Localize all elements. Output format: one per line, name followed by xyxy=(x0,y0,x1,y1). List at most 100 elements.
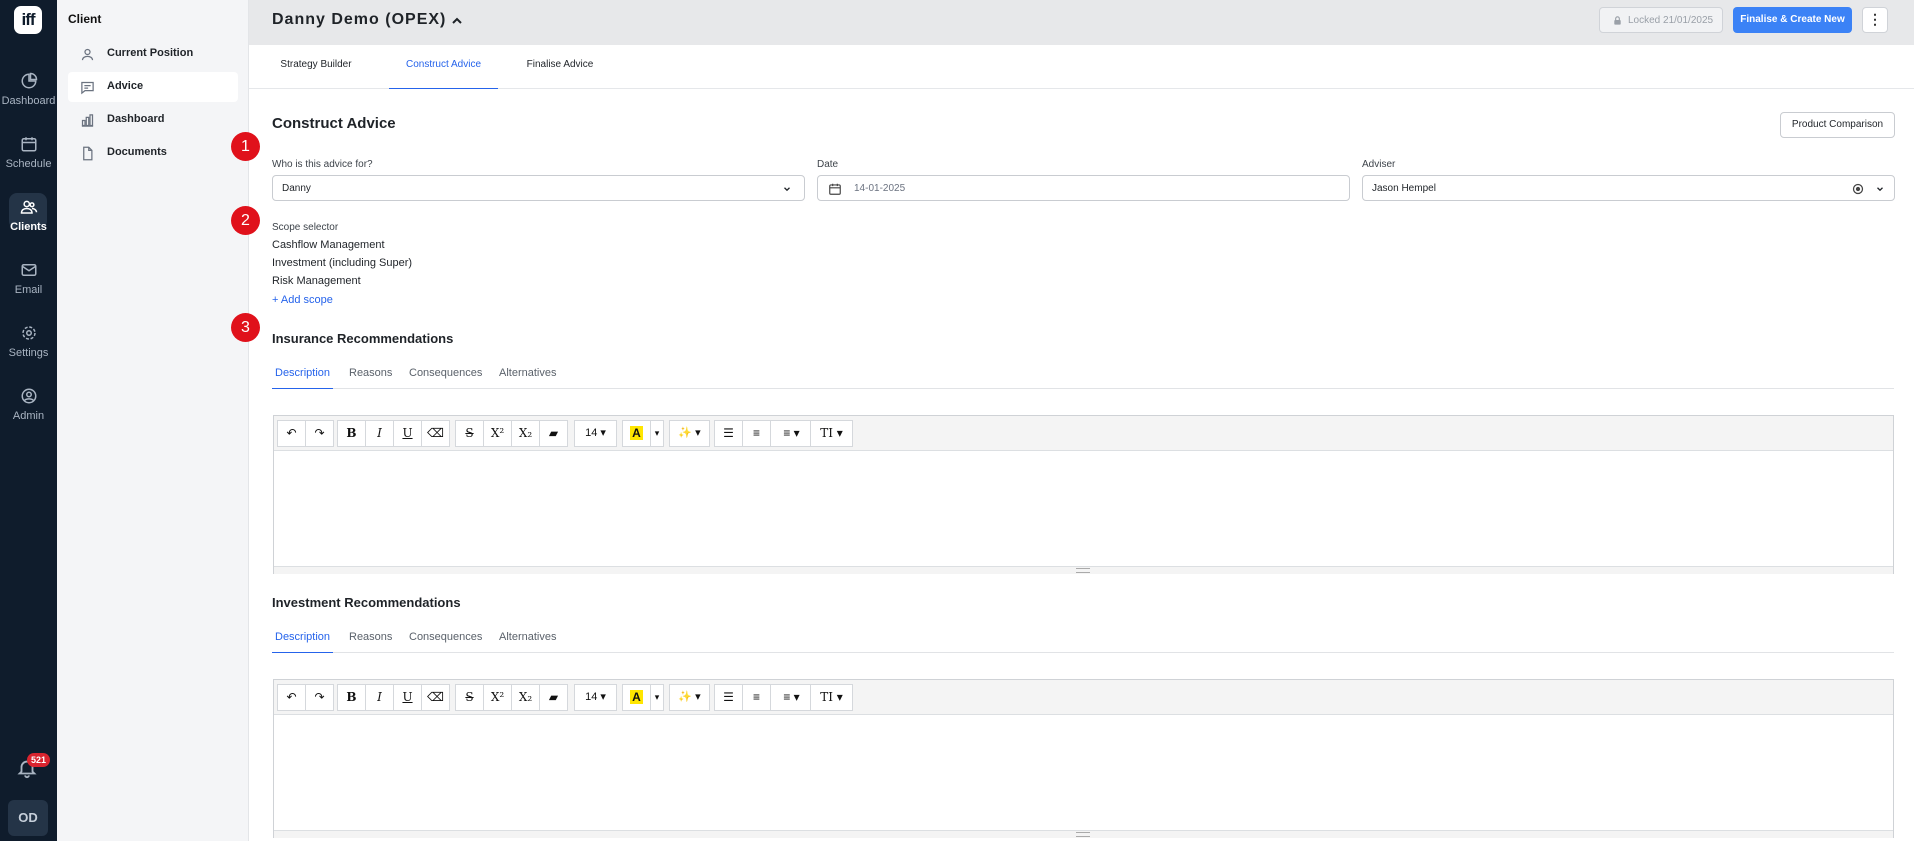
highlight-color-dropdown[interactable]: ▾ xyxy=(650,684,664,711)
numbered-list-button[interactable]: ≡ xyxy=(742,684,771,711)
sidebar-item-label: Advice xyxy=(107,80,144,92)
tab-construct-advice[interactable]: Construct Advice xyxy=(389,45,498,89)
who-label: Who is this advice for? xyxy=(272,159,373,170)
step-badge: 2 xyxy=(231,206,260,235)
magic-format-button[interactable]: ✨ ▾ xyxy=(669,684,710,711)
tab-strategy-builder[interactable]: Strategy Builder xyxy=(272,45,360,89)
eraser-button[interactable]: ▰ xyxy=(539,684,568,711)
adviser-label: Adviser xyxy=(1362,159,1396,170)
locked-button[interactable]: Locked 21/01/2025 xyxy=(1599,7,1723,33)
add-scope-link[interactable]: + Add scope xyxy=(272,294,333,306)
investment-sub-tabs: Description Reasons Consequences Alterna… xyxy=(272,631,1894,653)
tab-consequences[interactable]: Consequences xyxy=(409,631,482,653)
adviser-select[interactable]: Jason Hempel xyxy=(1362,175,1895,201)
finalise-create-new-button[interactable]: Finalise & Create New xyxy=(1733,7,1852,33)
font-size-select[interactable]: 14 ▾ xyxy=(574,684,617,711)
undo-button[interactable]: ↶ xyxy=(277,420,306,447)
font-size-select[interactable]: 14 ▾ xyxy=(574,420,617,447)
superscript-button[interactable]: X² xyxy=(483,420,512,447)
product-comparison-button[interactable]: Product Comparison xyxy=(1780,112,1895,138)
calendar-icon xyxy=(21,137,36,152)
who-value: Danny xyxy=(282,183,311,194)
highlight-color-button[interactable]: A xyxy=(622,684,651,711)
rail-item-settings[interactable]: Settings xyxy=(0,316,57,372)
rail-item-label: Settings xyxy=(8,347,49,359)
bar-chart-icon xyxy=(81,114,94,127)
sidebar-title: Client xyxy=(68,12,102,26)
document-icon xyxy=(83,146,93,161)
bullet-list-button[interactable]: ☰ xyxy=(714,684,743,711)
rail-item-admin[interactable]: Admin xyxy=(0,379,57,435)
tab-reasons[interactable]: Reasons xyxy=(349,367,392,389)
editor-resize-handle[interactable] xyxy=(274,566,1893,574)
redo-button[interactable]: ↷ xyxy=(305,420,334,447)
scope-item[interactable]: Risk Management xyxy=(272,275,361,287)
text-style-button[interactable]: TI ▾ xyxy=(810,420,853,447)
rail-item-schedule[interactable]: Schedule xyxy=(0,127,57,183)
underline-button[interactable]: U xyxy=(393,420,422,447)
chat-icon xyxy=(81,81,94,95)
tab-consequences[interactable]: Consequences xyxy=(409,367,482,389)
italic-button[interactable]: I xyxy=(365,420,394,447)
align-button[interactable]: ≡ ▾ xyxy=(770,420,813,447)
clear-format-button[interactable]: ⌫ xyxy=(421,420,450,447)
date-value: 14-01-2025 xyxy=(854,183,906,194)
strikethrough-button[interactable]: S xyxy=(455,684,484,711)
tab-alternatives[interactable]: Alternatives xyxy=(499,631,556,653)
sidebar-item-dashboard[interactable]: Dashboard xyxy=(68,105,238,135)
bullet-list-button[interactable]: ☰ xyxy=(714,420,743,447)
rail-item-dashboard[interactable]: Dashboard xyxy=(0,64,57,120)
chevron-up-icon[interactable] xyxy=(449,13,465,29)
date-field[interactable]: 14-01-2025 xyxy=(817,175,1350,201)
client-name: Danny Demo (OPEX) xyxy=(272,11,447,28)
rail-item-clients[interactable]: Clients xyxy=(0,190,57,246)
rail-item-label: Schedule xyxy=(5,158,52,170)
eraser-button[interactable]: ▰ xyxy=(539,420,568,447)
redo-button[interactable]: ↷ xyxy=(305,684,334,711)
who-select[interactable]: Danny xyxy=(272,175,805,201)
step-badge: 3 xyxy=(231,313,260,342)
sidebar-item-documents[interactable]: Documents xyxy=(68,138,238,168)
subscript-button[interactable]: X₂ xyxy=(511,420,540,447)
mail-icon xyxy=(21,264,36,276)
more-options-button[interactable]: ⋮ xyxy=(1862,7,1888,33)
insurance-editor[interactable]: ↶ ↷ B I U ⌫ S X² X₂ ▰ 14 ▾ A ▾ ✨ ▾ ☰ ≡ ≡… xyxy=(273,415,1894,574)
avatar[interactable]: OD xyxy=(8,800,48,836)
highlight-color-button[interactable]: A xyxy=(622,420,651,447)
superscript-button[interactable]: X² xyxy=(483,684,512,711)
rail-item-label: Dashboard xyxy=(1,95,56,107)
bold-button[interactable]: B xyxy=(337,420,366,447)
scope-item[interactable]: Investment (including Super) xyxy=(272,257,412,269)
editor-toolbar: ↶ ↷ B I U ⌫ S X² X₂ ▰ 14 ▾ A ▾ ✨ ▾ ☰ ≡ ≡… xyxy=(274,680,1893,715)
underline-button[interactable]: U xyxy=(393,684,422,711)
rail-item-label: Email xyxy=(14,284,43,296)
clear-format-button[interactable]: ⌫ xyxy=(421,684,450,711)
bold-button[interactable]: B xyxy=(337,684,366,711)
tab-finalise-advice[interactable]: Finalise Advice xyxy=(525,45,595,89)
sidebar-item-current-position[interactable]: Current Position xyxy=(68,39,238,69)
sidebar-item-advice[interactable]: Advice xyxy=(68,72,238,102)
sidebar-item-label: Documents xyxy=(107,146,167,158)
text-style-button[interactable]: TI ▾ xyxy=(810,684,853,711)
editor-resize-handle[interactable] xyxy=(274,830,1893,838)
subscript-button[interactable]: X₂ xyxy=(511,684,540,711)
tab-alternatives[interactable]: Alternatives xyxy=(499,367,556,389)
italic-button[interactable]: I xyxy=(365,684,394,711)
tab-description[interactable]: Description xyxy=(272,367,333,389)
undo-button[interactable]: ↶ xyxy=(277,684,306,711)
tab-reasons[interactable]: Reasons xyxy=(349,631,392,653)
step-badge: 1 xyxy=(231,132,260,161)
investment-editor[interactable]: ↶ ↷ B I U ⌫ S X² X₂ ▰ 14 ▾ A ▾ ✨ ▾ ☰ ≡ ≡… xyxy=(273,679,1894,838)
chevron-down-icon xyxy=(784,187,790,192)
rail-item-label: Clients xyxy=(10,221,47,233)
strikethrough-button[interactable]: S xyxy=(455,420,484,447)
app-logo[interactable]: iff xyxy=(14,6,42,34)
scope-item[interactable]: Cashflow Management xyxy=(272,239,385,251)
clear-icon[interactable] xyxy=(1852,183,1864,195)
align-button[interactable]: ≡ ▾ xyxy=(770,684,813,711)
rail-item-email[interactable]: Email xyxy=(0,253,57,309)
magic-format-button[interactable]: ✨ ▾ xyxy=(669,420,710,447)
tab-description[interactable]: Description xyxy=(272,631,333,653)
highlight-color-dropdown[interactable]: ▾ xyxy=(650,420,664,447)
numbered-list-button[interactable]: ≡ xyxy=(742,420,771,447)
